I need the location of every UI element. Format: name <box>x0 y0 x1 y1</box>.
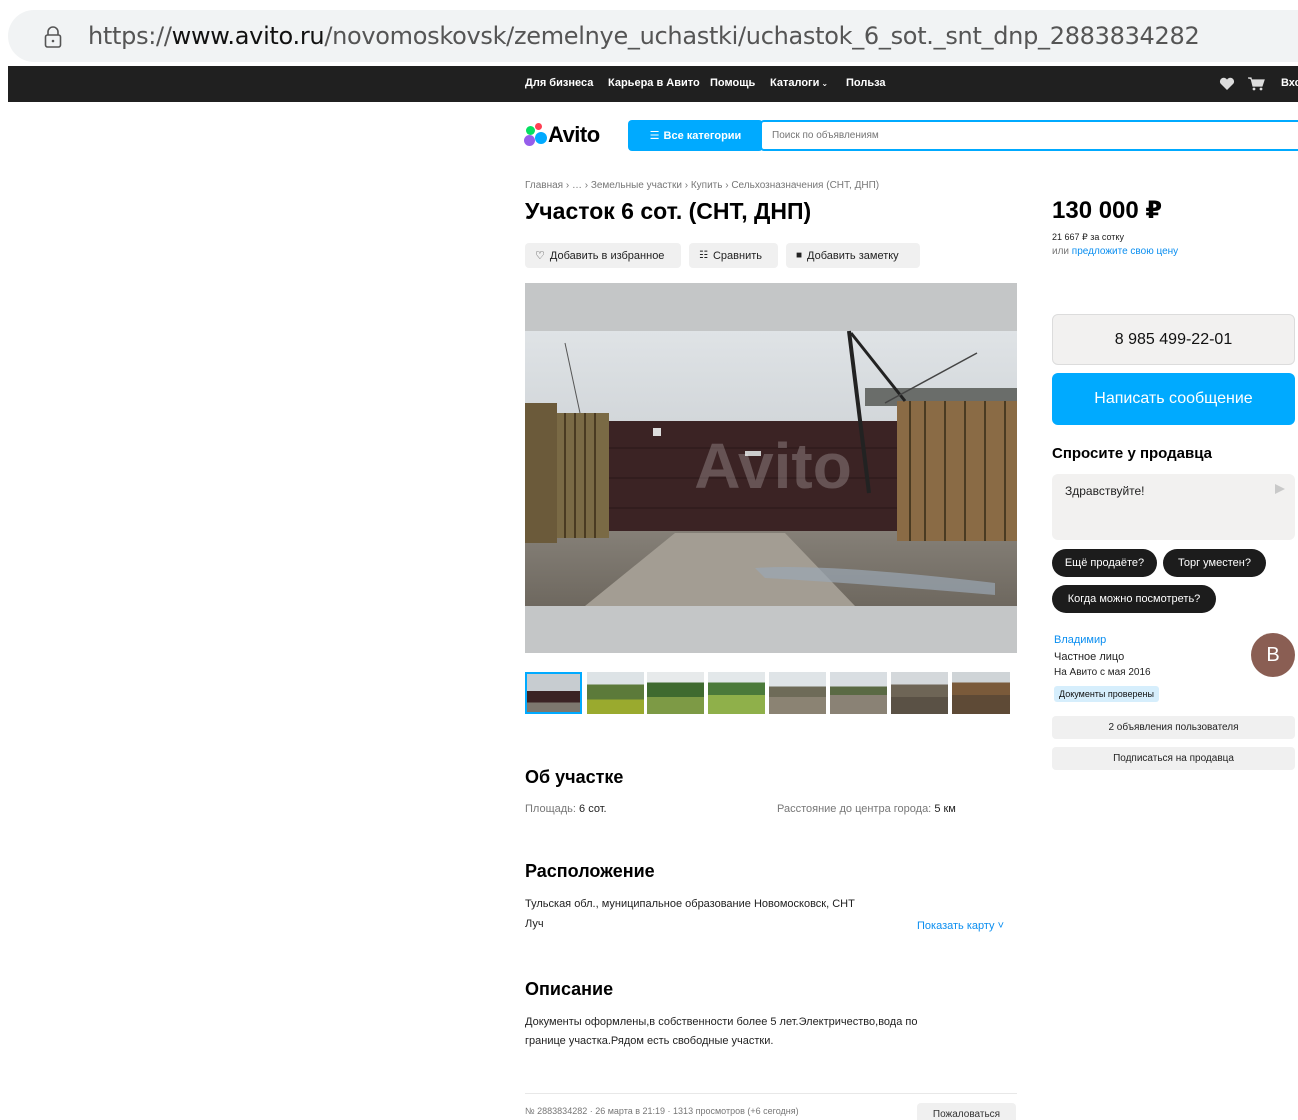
description-line-1: Документы оформлены,в собственности боле… <box>525 1016 918 1028</box>
area-label: Площадь: <box>525 803 576 815</box>
nav-catalogs-label: Каталоги <box>770 77 820 89</box>
subscribe-seller-button[interactable]: Подписаться на продавца <box>1052 747 1295 770</box>
login-link[interactable]: Вхо <box>1281 77 1298 89</box>
distance-label: Расстояние до центра города: <box>777 803 932 815</box>
photo-thumbnail[interactable] <box>525 672 582 714</box>
quick-question-bargain[interactable]: Торг уместен? <box>1163 549 1266 577</box>
photo-watermark: Avito <box>694 430 852 502</box>
logo-dot-blue <box>535 132 547 144</box>
main-photo[interactable]: Avito <box>525 283 1017 653</box>
gate-photo: Avito <box>525 283 1017 653</box>
description-line-2: границе участка.Рядом есть свободные уча… <box>525 1035 774 1047</box>
seller-since: На Авито с мая 2016 <box>1054 667 1151 678</box>
logo-dot-green <box>526 126 535 135</box>
area-param: Площадь: 6 сот. <box>525 803 607 815</box>
url-text[interactable]: https://www.avito.ru/novomoskovsk/zemeln… <box>88 22 1200 50</box>
show-phone-button[interactable]: 8 985 499-22-01 <box>1052 314 1295 365</box>
distance-param: Расстояние до центра города: 5 км <box>777 803 956 815</box>
add-note-label: Добавить заметку <box>807 249 899 262</box>
breadcrumb[interactable]: Главная › … › Земельные участки › Купить… <box>525 180 879 191</box>
quick-question-still-selling[interactable]: Ещё продаёте? <box>1052 549 1157 577</box>
note-icon: ■ <box>796 250 803 261</box>
ask-seller-input[interactable]: Здравствуйте! <box>1052 474 1295 540</box>
photo-thumbnail[interactable] <box>952 672 1010 714</box>
address-line-2: Луч <box>525 918 544 930</box>
all-categories-label: Все категории <box>663 129 742 142</box>
documents-verified-badge: Документы проверены <box>1054 686 1159 702</box>
nav-help[interactable]: Помощь <box>710 77 755 89</box>
seller-type: Частное лицо <box>1054 651 1125 663</box>
area-value: 6 сот. <box>579 803 607 815</box>
divider <box>525 1093 1017 1094</box>
add-to-favorites-button[interactable]: ♡ Добавить в избранное <box>525 243 681 268</box>
nav-catalogs[interactable]: Каталоги ⌄ <box>770 77 828 89</box>
add-to-favorites-label: Добавить в избранное <box>549 249 665 262</box>
nav-career[interactable]: Карьера в Авито <box>608 77 700 89</box>
write-message-button[interactable]: Написать сообщение <box>1052 373 1295 425</box>
search-input[interactable] <box>760 120 1298 151</box>
price-offer: или предложите свою цену <box>1052 246 1178 257</box>
photo-thumbnail[interactable] <box>769 672 826 714</box>
photo-thumbnail[interactable] <box>647 672 704 714</box>
complain-button[interactable]: Пожаловаться <box>917 1103 1016 1120</box>
photo-thumbnail[interactable] <box>587 672 644 714</box>
avatar[interactable]: В <box>1251 633 1295 677</box>
listing-meta: № 2883834282 · 26 марта в 21:19 · 1313 п… <box>525 1106 799 1116</box>
heart-icon[interactable] <box>1219 77 1235 91</box>
all-categories-button[interactable]: ☰ Все категории <box>628 120 763 151</box>
seller-name-link[interactable]: Владимир <box>1054 634 1106 646</box>
photo-thumbnail[interactable] <box>708 672 765 714</box>
send-icon[interactable] <box>1275 484 1285 494</box>
url-path: /novomoskovsk/zemelnye_uchastki/uchastok… <box>324 22 1200 50</box>
price-per-sotka: 21 667 ₽ за сотку <box>1052 232 1124 242</box>
nav-benefit[interactable]: Польза <box>846 77 886 89</box>
address-line-1: Тульская обл., муниципальное образование… <box>525 898 855 910</box>
about-heading: Об участке <box>525 767 624 787</box>
compare-label: Сравнить <box>712 249 762 262</box>
page-title: Участок 6 сот. (СНТ, ДНП) <box>525 198 812 224</box>
compare-icon: ☷ <box>699 250 708 261</box>
chevron-down-icon: ⌄ <box>821 79 829 88</box>
quick-question-viewing[interactable]: Когда можно посмотреть? <box>1052 585 1216 613</box>
compare-button[interactable]: ☷ Сравнить <box>689 243 778 268</box>
photo-thumbnail[interactable] <box>891 672 948 714</box>
logo-text: Avito <box>548 122 600 147</box>
lock-icon[interactable] <box>44 26 62 48</box>
url-domain: www.avito.ru <box>171 22 325 50</box>
logo-dot-red <box>535 123 542 130</box>
description-heading: Описание <box>525 979 614 999</box>
ask-seller-heading: Спросите у продавца <box>1052 445 1212 462</box>
show-map-link[interactable]: Показать карту ˅ <box>917 920 1004 932</box>
heart-outline-icon: ♡ <box>535 250 545 262</box>
seller-ads-button[interactable]: 2 объявления пользователя <box>1052 716 1295 739</box>
price-offer-prefix: или <box>1052 246 1072 257</box>
ask-seller-text: Здравствуйте! <box>1065 484 1145 498</box>
nav-for-business[interactable]: Для бизнеса <box>525 77 593 89</box>
location-heading: Расположение <box>525 861 655 881</box>
distance-value: 5 км <box>934 803 956 815</box>
photo-thumbnail[interactable] <box>830 672 887 714</box>
add-note-button[interactable]: ■ Добавить заметку <box>786 243 920 268</box>
price: 130 000 ₽ <box>1052 197 1163 224</box>
menu-search-icon: ☰ <box>649 130 660 142</box>
cart-icon[interactable] <box>1247 76 1265 91</box>
logo-dot-purple <box>524 135 535 146</box>
offer-price-link[interactable]: предложите свою цену <box>1072 246 1178 257</box>
url-prefix: https:// <box>88 22 172 50</box>
